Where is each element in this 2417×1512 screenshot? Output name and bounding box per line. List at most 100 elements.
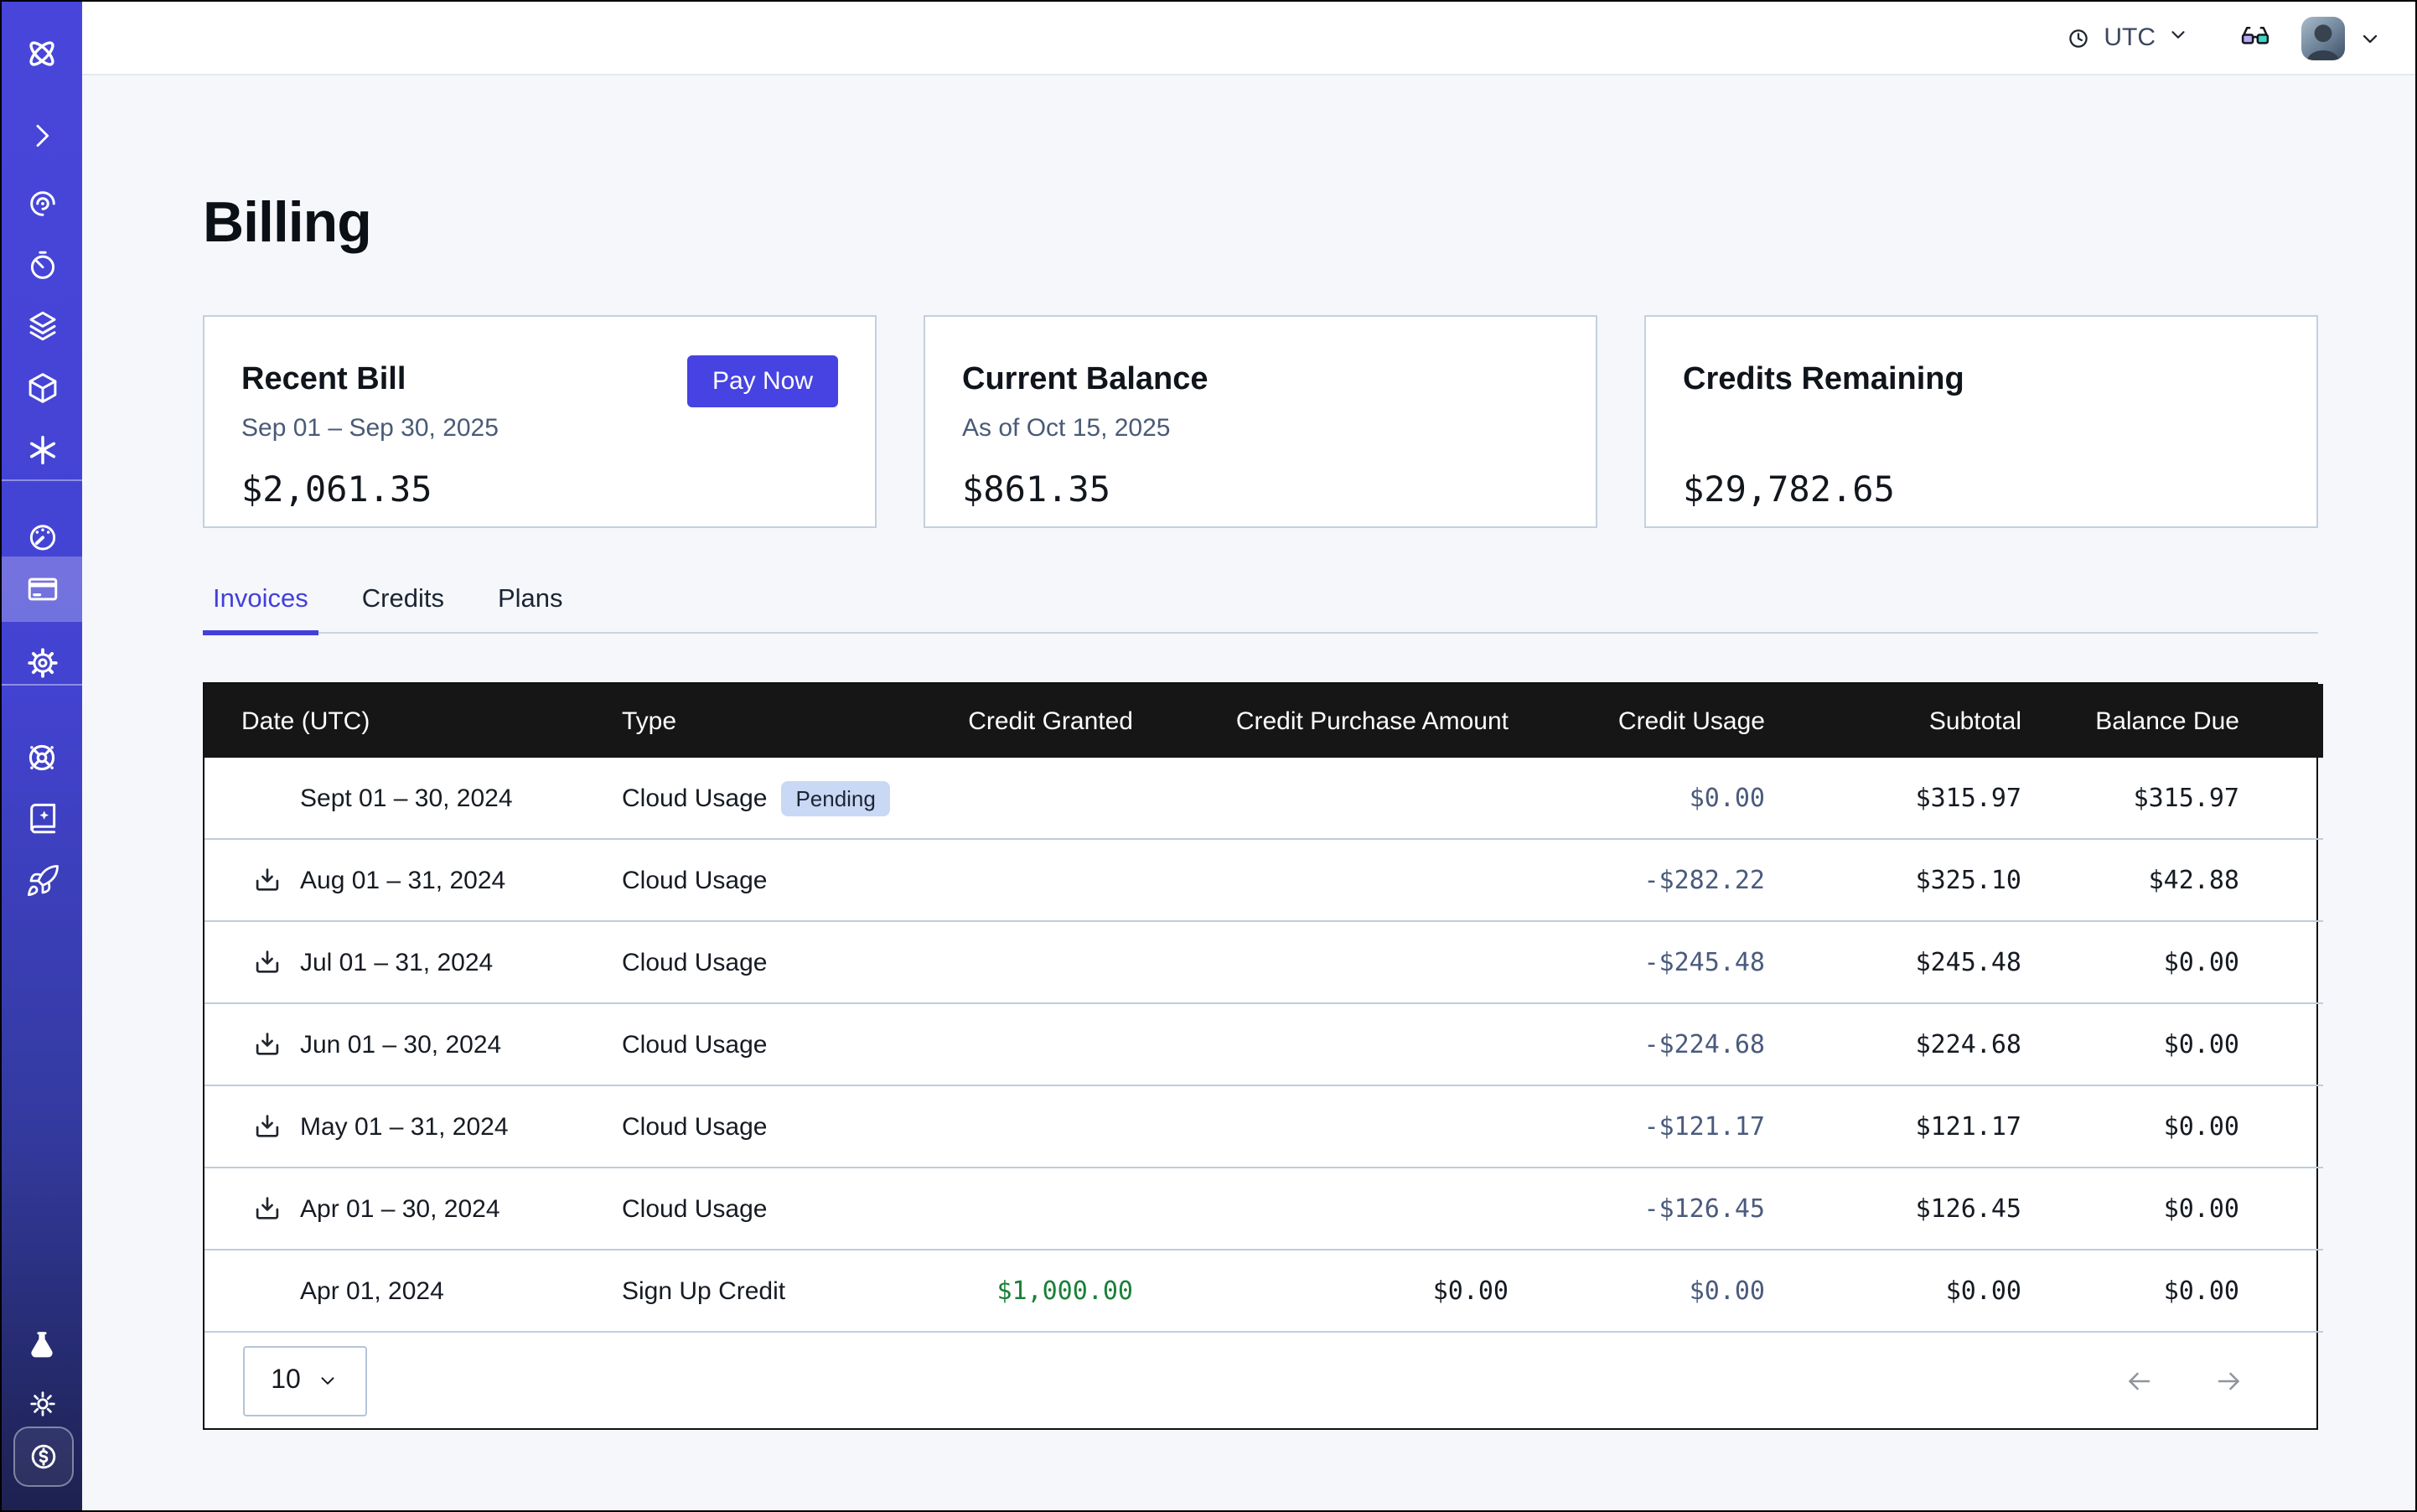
invoice-date: Sept 01 – 30, 2024 xyxy=(300,784,513,812)
current-balance-amount: $861.35 xyxy=(962,469,1559,510)
app-logo-icon[interactable] xyxy=(2,34,82,74)
invoice-date: Apr 01, 2024 xyxy=(300,1276,444,1305)
sidebar-item-launch[interactable] xyxy=(2,848,82,912)
sidebar-item-helm[interactable] xyxy=(2,726,82,790)
subtotal-value: $126.45 xyxy=(1805,1168,2062,1250)
previous-page-button[interactable] xyxy=(2124,1365,2154,1395)
page-title: Billing xyxy=(203,194,2318,251)
expand-sidebar-button[interactable] xyxy=(2,104,82,168)
invoice-date: May 01 – 31, 2024 xyxy=(300,1112,509,1141)
card-subtitle: Sep 01 – Sep 30, 2025 xyxy=(241,414,838,444)
download-icon xyxy=(251,1111,283,1142)
card-subtitle: As of Oct 15, 2025 xyxy=(962,414,1559,444)
invoice-type: Sign Up Credit xyxy=(622,1276,785,1305)
pay-now-button[interactable]: Pay Now xyxy=(687,355,838,407)
invoice-row: Sept 01 – 30, 2024 Cloud UsagePending $0… xyxy=(204,758,2323,839)
download-invoice-button[interactable] xyxy=(251,1028,283,1060)
download-invoice-button[interactable] xyxy=(251,1193,283,1225)
credit-granted-value: $1,000.00 xyxy=(942,1250,1173,1332)
credit-granted-value xyxy=(942,1003,1173,1085)
user-avatar[interactable] xyxy=(2301,16,2345,60)
reader-mode-button[interactable] xyxy=(2239,22,2271,54)
summary-cards: Recent Bill Sep 01 – Sep 30, 2025 $2,061… xyxy=(203,315,2318,528)
billing-tabs: Invoices Credits Plans xyxy=(203,585,2318,634)
tab-invoices[interactable]: Invoices xyxy=(203,585,318,635)
timezone-label: UTC xyxy=(2104,23,2156,52)
app-window: UTC Billing Recent Bill Sep 01 – Sep xyxy=(0,0,2417,1512)
credit-granted-value xyxy=(942,1168,1173,1250)
download-invoice-button[interactable] xyxy=(251,864,283,896)
credit-purchase-value xyxy=(1173,921,1549,1003)
card-title: Credits Remaining xyxy=(1683,362,2280,399)
card-subtitle xyxy=(1683,414,2280,444)
next-page-button[interactable] xyxy=(2214,1365,2244,1395)
subtotal-value: $325.10 xyxy=(1805,839,2062,921)
billing-card-icon xyxy=(24,572,60,607)
asterisk-icon xyxy=(24,432,60,467)
invoice-type: Cloud Usage xyxy=(622,1112,767,1141)
balance-due-value: $42.88 xyxy=(2062,839,2323,921)
topbar: UTC xyxy=(82,2,2415,75)
credit-granted-value xyxy=(942,921,1173,1003)
page-size-select[interactable]: 10 xyxy=(243,1345,367,1416)
sidebar-item-billing[interactable] xyxy=(2,557,82,622)
credits-remaining-amount: $29,782.65 xyxy=(1683,469,2280,510)
timezone-selector[interactable]: UTC xyxy=(2065,23,2189,53)
screenshot-canvas: UTC Billing Recent Bill Sep 01 – Sep xyxy=(0,0,2417,1512)
glasses-icon xyxy=(2239,22,2271,54)
subtotal-value: $245.48 xyxy=(1805,921,2062,1003)
pagination-controls xyxy=(2124,1365,2244,1395)
credits-badge-button[interactable] xyxy=(13,1427,74,1487)
arrow-right-icon xyxy=(2214,1365,2244,1395)
recent-bill-card: Recent Bill Sep 01 – Sep 30, 2025 $2,061… xyxy=(203,315,877,528)
sidebar-item-storm[interactable] xyxy=(2,171,82,235)
gear-icon xyxy=(24,645,60,680)
invoice-type: Cloud Usage xyxy=(622,866,767,894)
credit-usage-value: -$224.68 xyxy=(1549,1003,1805,1085)
download-invoice-button[interactable] xyxy=(251,1111,283,1142)
balance-due-value: $315.97 xyxy=(2062,758,2323,839)
account-menu-button[interactable] xyxy=(2358,26,2382,49)
tab-credits[interactable]: Credits xyxy=(352,585,454,635)
download-icon xyxy=(251,1028,283,1060)
invoice-type: Cloud Usage xyxy=(622,1030,767,1059)
sidebar-item-asterisk[interactable] xyxy=(2,417,82,481)
chevron-down-icon xyxy=(2167,23,2189,44)
invoice-row: May 01 – 31, 2024 Cloud Usage -$121.17 $… xyxy=(204,1085,2323,1168)
download-invoice-button[interactable] xyxy=(251,946,283,978)
sidebar-item-theme[interactable] xyxy=(2,1371,82,1435)
sidebar-item-layers[interactable] xyxy=(2,293,82,357)
tab-plans[interactable]: Plans xyxy=(488,585,573,635)
credit-purchase-value xyxy=(1173,1168,1549,1250)
layers-icon xyxy=(24,308,60,343)
credit-usage-value: -$126.45 xyxy=(1549,1168,1805,1250)
invoice-row: Apr 01 – 30, 2024 Cloud Usage -$126.45 $… xyxy=(204,1168,2323,1250)
credit-purchase-value xyxy=(1173,1003,1549,1085)
recent-bill-amount: $2,061.35 xyxy=(241,469,838,510)
subtotal-value: $0.00 xyxy=(1805,1250,2062,1332)
header-credit-usage: Credit Usage xyxy=(1549,684,1805,758)
chevron-down-icon xyxy=(2358,26,2382,49)
download-icon xyxy=(251,864,283,896)
sidebar-item-cube[interactable] xyxy=(2,355,82,419)
credit-usage-value: -$282.22 xyxy=(1549,839,1805,921)
download-icon xyxy=(251,1193,283,1225)
sidebar xyxy=(2,2,82,1510)
invoice-type: Cloud Usage xyxy=(622,784,767,812)
credit-purchase-value: $0.00 xyxy=(1173,1250,1549,1332)
table-header-row: Date (UTC) Type Credit Granted Credit Pu… xyxy=(204,684,2323,758)
gauge-icon xyxy=(24,519,60,554)
header-date: Date (UTC) xyxy=(204,684,607,758)
book-sparkle-icon xyxy=(24,800,60,836)
balance-due-value: $0.00 xyxy=(2062,1250,2323,1332)
invoice-type: Cloud Usage xyxy=(622,948,767,976)
cube-icon xyxy=(24,370,60,405)
credit-purchase-value xyxy=(1173,1085,1549,1168)
sidebar-item-docs[interactable] xyxy=(2,786,82,850)
timezone-chevron xyxy=(2167,23,2189,53)
invoice-date: Jul 01 – 31, 2024 xyxy=(300,948,493,976)
orbit-logo-icon xyxy=(22,34,62,74)
header-credit-purchase: Credit Purchase Amount xyxy=(1173,684,1549,758)
sidebar-item-timer[interactable] xyxy=(2,233,82,297)
sidebar-item-labs[interactable] xyxy=(2,1314,82,1378)
